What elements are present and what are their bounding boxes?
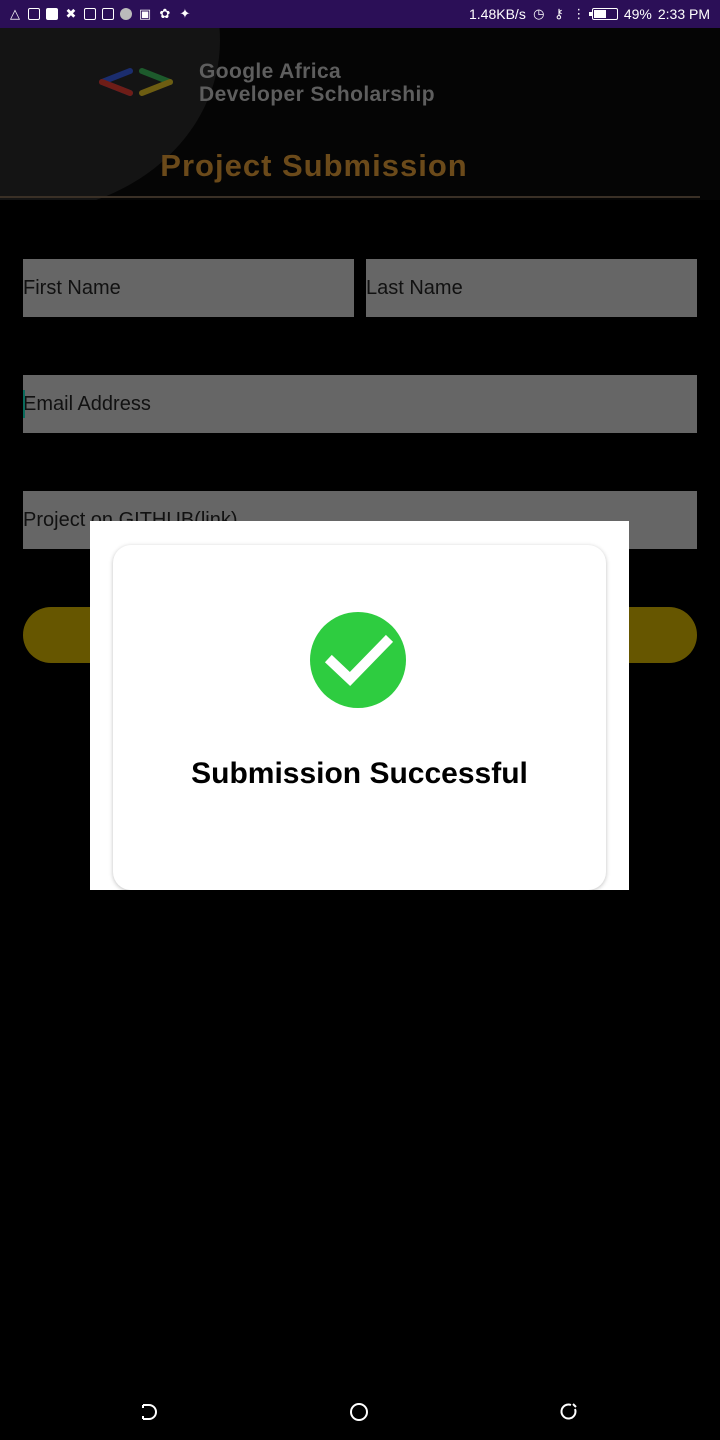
twitter-icon: ✦ [179,6,191,21]
check-circle-icon [310,612,406,708]
warning-icon: △ [10,6,20,21]
first-name-field[interactable]: First Name [23,259,354,317]
chart-icon [102,8,114,20]
email-placeholder: Email Address [23,392,151,415]
brand-line-2: Developer Scholarship [199,83,435,106]
status-bar: △ ✖ ▣ ✿ ✦ 1.48KB/s ◷ ⚷ ⋮ 49% 2:33 PM [0,0,720,28]
battery-percent: 49% [623,6,652,22]
note-icon [46,8,58,20]
network-speed: 1.48KB/s [469,6,526,22]
signal-icon: ⋮ [572,6,586,21]
app-header: Google Africa Developer Scholarship Proj… [0,28,720,200]
success-dialog: Submission Successful [90,521,629,890]
text-cursor [23,390,25,418]
checkmark-icon [324,634,394,687]
recent-apps-icon[interactable] [557,1400,581,1424]
brand-line-1: Google Africa [199,60,342,83]
alarm-icon: ◷ [533,6,545,21]
header-divider [0,196,700,198]
key-icon: ⚷ [554,6,564,21]
email-field[interactable]: Email Address [23,375,697,433]
usb-icon: ✖ [65,6,77,21]
vpn-icon: ✿ [159,6,171,21]
lock-icon: ▣ [138,6,152,21]
battery-icon [588,8,618,20]
success-card: Submission Successful [113,545,606,890]
app-icon [120,8,132,20]
last-name-field[interactable]: Last Name [366,259,697,317]
navigation-bar [0,1384,720,1440]
brand-name: Google Africa Developer Scholarship [199,60,435,106]
page-title: Project Submission [160,148,468,183]
message-icon [28,8,40,20]
gads-logo [99,68,173,96]
clock: 2:33 PM [657,6,710,22]
image-icon [84,8,96,20]
success-message: Submission Successful [191,757,528,790]
back-icon[interactable] [136,1400,160,1424]
home-icon[interactable] [347,1400,371,1424]
notification-icons: △ ✖ ▣ ✿ ✦ [8,7,192,21]
